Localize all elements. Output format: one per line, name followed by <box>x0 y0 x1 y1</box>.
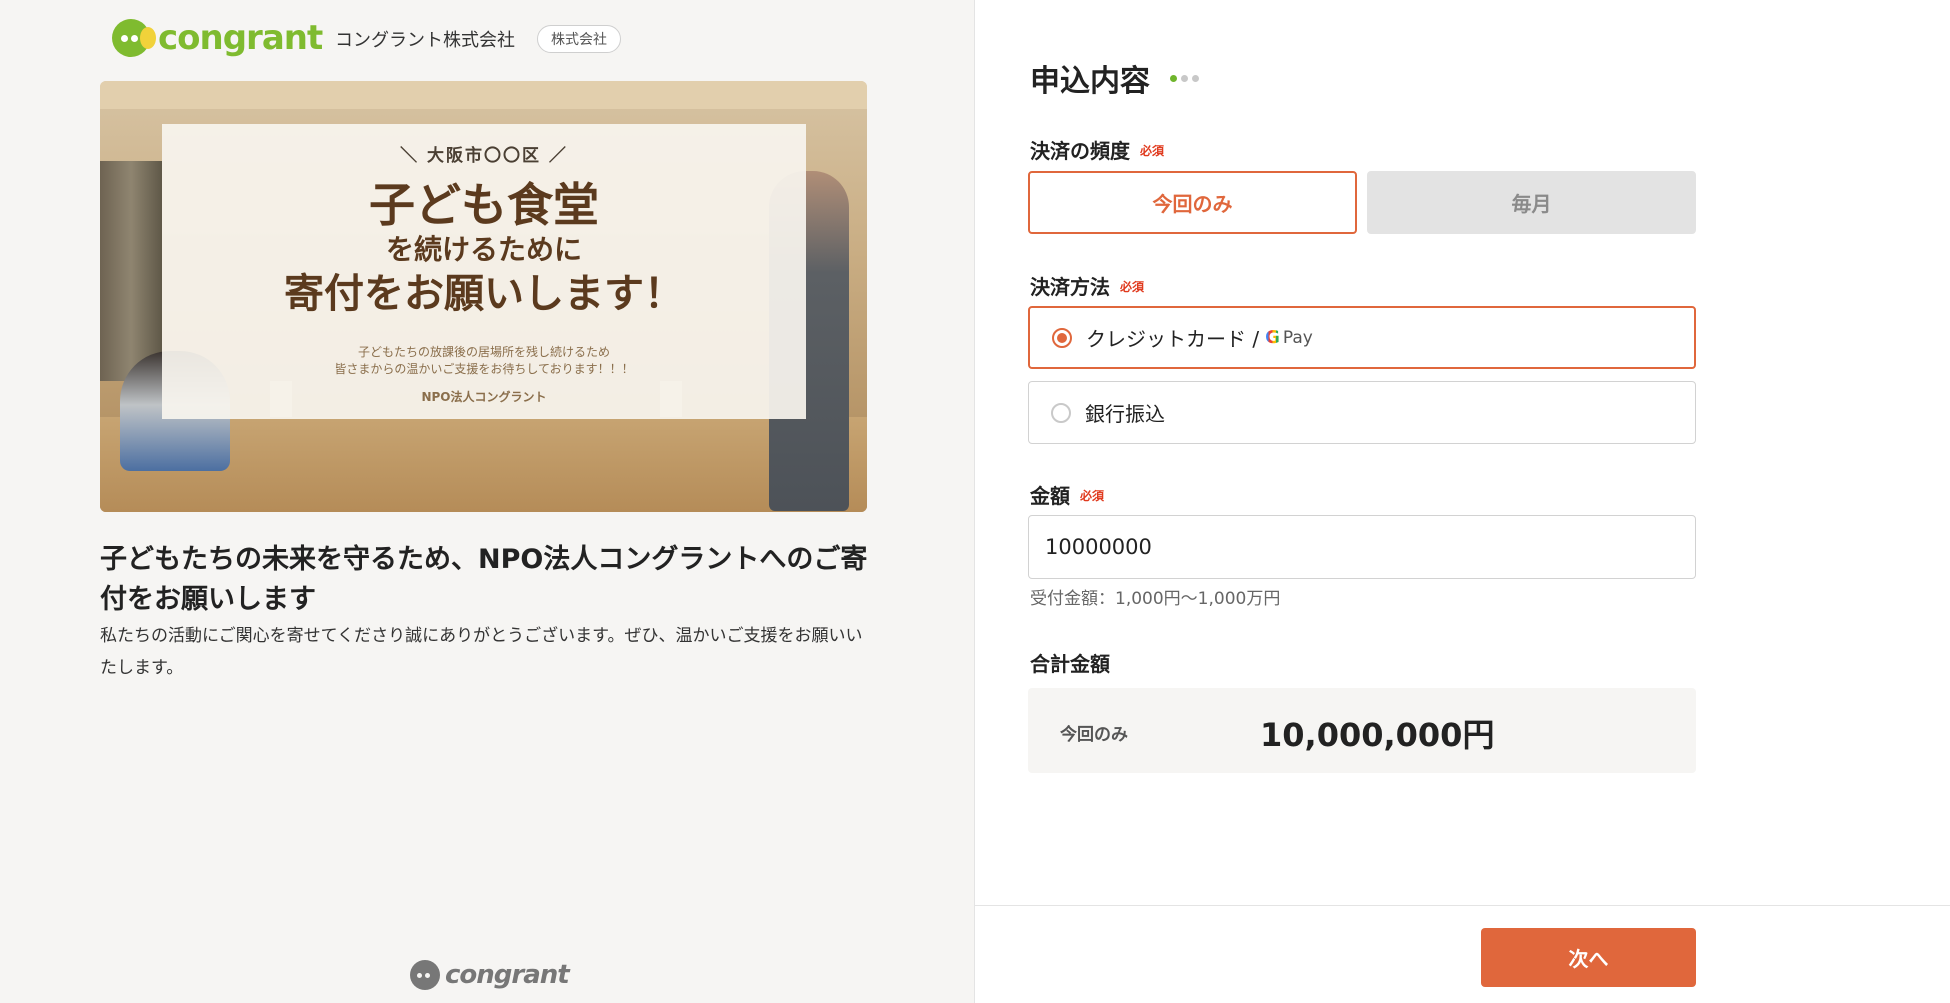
application-form: 申込内容 決済の頻度 必須 今回のみ 毎月 決済方法 必須 クレジットカード / G… <box>975 0 1950 1003</box>
hero-headline-1: 子ども食堂 <box>369 178 599 232</box>
amount-label-text: 金額 <box>1030 484 1070 508</box>
amount-label: 金額 必須 <box>1030 480 1104 509</box>
radio-unchecked-icon[interactable] <box>1051 402 1071 423</box>
credit-card-label: クレジットカード / <box>1086 327 1260 351</box>
hero-org: NPO法人コングラント <box>421 390 547 404</box>
required-badge: 必須 <box>1140 144 1165 158</box>
frequency-monthly-button[interactable]: 毎月 <box>1367 171 1696 234</box>
payment-option-credit-card[interactable]: クレジットカード / G Pay <box>1028 306 1696 369</box>
frequency-label-text: 決済の頻度 <box>1030 139 1130 163</box>
frequency-once-button[interactable]: 今回のみ <box>1028 171 1357 234</box>
step-indicator <box>1170 75 1199 82</box>
campaign-title: 子どもたちの未来を守るため、NPO法人コングラントへのご寄付をお願いします <box>100 544 868 615</box>
footer-logo[interactable]: congrant <box>410 960 570 990</box>
required-badge: 必須 <box>1120 280 1145 294</box>
google-g-glyph: G <box>1265 327 1280 348</box>
frequency-label: 決済の頻度 必須 <box>1030 135 1164 164</box>
campaign-panel: congrant コングラント株式会社 株式会社 ＼ 大阪市〇〇区 ／ 子ども食… <box>0 0 974 1003</box>
google-pay-text: Pay <box>1282 327 1313 348</box>
total-amount: 10,000,000円 <box>1260 716 1495 754</box>
total-label: 合計金額 <box>1030 648 1110 677</box>
google-pay-icon: G Pay <box>1265 327 1313 348</box>
total-label-text: 合計金額 <box>1030 652 1110 676</box>
bank-transfer-label: 銀行振込 <box>1085 402 1165 426</box>
congrant-logo-icon <box>112 19 156 57</box>
form-title: 申込内容 <box>1030 64 1150 99</box>
campaign-description: 私たちの活動にご関心を寄せてくださり誠にありがとうございます。ぜひ、温かいご支援… <box>100 626 863 678</box>
required-badge: 必須 <box>1080 489 1105 503</box>
hero-headline-3: 寄付をお願いします！ <box>284 271 684 317</box>
amount-range-note: 受付金額：1,000円〜1,000万円 <box>1030 589 1281 609</box>
hero-text-card: ＼ 大阪市〇〇区 ／ 子ども食堂 を続けるために 寄付をお願いします！ 子どもた… <box>162 124 806 419</box>
org-type-badge: 株式会社 <box>537 25 621 53</box>
total-summary: 今回のみ 10,000,000円 <box>1028 688 1696 773</box>
total-type: 今回のみ <box>1060 725 1128 745</box>
step-dot-3 <box>1192 75 1199 82</box>
radio-checked-icon[interactable] <box>1052 327 1072 348</box>
hero-headline-2: を続けるために <box>385 233 582 266</box>
payment-method-label-text: 決済方法 <box>1030 275 1110 299</box>
form-footer-bar: 次へ <box>975 905 1950 1003</box>
hero-image: ＼ 大阪市〇〇区 ／ 子ども食堂 を続けるために 寄付をお願いします！ 子どもた… <box>100 81 867 512</box>
logo-text: congrant <box>158 18 323 58</box>
congrant-logo[interactable]: congrant <box>112 18 323 58</box>
hero-location: ＼ 大阪市〇〇区 ／ <box>400 146 568 166</box>
step-dot-2 <box>1181 75 1188 82</box>
org-name[interactable]: コングラント株式会社 <box>335 26 515 52</box>
payment-option-bank-transfer[interactable]: 銀行振込 <box>1028 381 1696 444</box>
amount-input[interactable] <box>1028 515 1696 579</box>
hero-subtext: 子どもたちの放課後の居場所を残し続けるため 皆さまからの温かいご支援をお待ちして… <box>334 345 634 376</box>
congrant-footer-icon <box>410 960 440 990</box>
next-button[interactable]: 次へ <box>1481 928 1696 987</box>
payment-method-label: 決済方法 必須 <box>1030 271 1144 300</box>
step-dot-1 <box>1170 75 1177 82</box>
footer-logo-text: congrant <box>445 960 570 990</box>
